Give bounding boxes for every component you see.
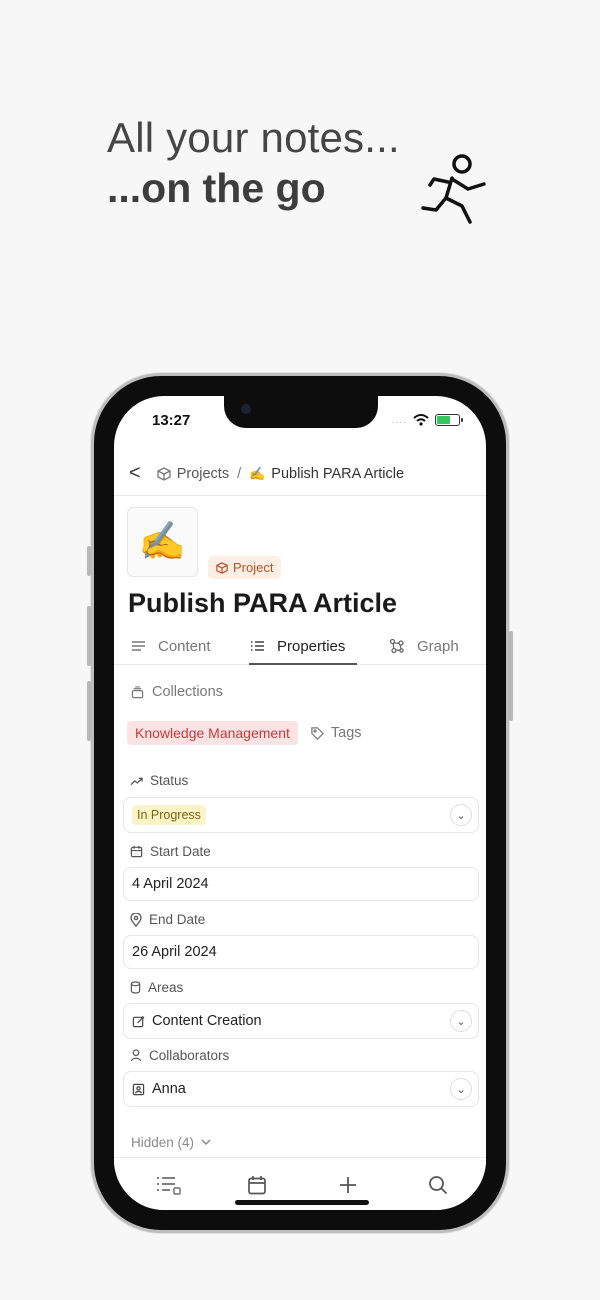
search-button[interactable] [425, 1172, 451, 1198]
list-view-button[interactable] [156, 1172, 182, 1198]
breadcrumb: < Projects / ✍️ Publish PARA Article [114, 452, 486, 496]
collaborators-label-text: Collaborators [149, 1048, 230, 1063]
app-screen: 13:27 .... < Projects / ✍️ Publish PARA … [114, 396, 486, 1210]
hidden-properties-label: Hidden (4) [131, 1135, 195, 1150]
calendar-icon [130, 845, 143, 858]
edit-icon [132, 1015, 145, 1027]
tab-properties-label: Properties [277, 637, 346, 655]
cube-icon [157, 466, 171, 481]
wifi-icon [413, 414, 429, 426]
end-date-label-text: End Date [149, 912, 206, 927]
collections-row[interactable]: Collections [131, 684, 223, 700]
areas-value: Content Creation [132, 1013, 262, 1029]
hidden-properties-toggle[interactable]: Hidden (4) [131, 1135, 211, 1150]
type-badge-label: Project [233, 560, 274, 575]
start-date-label-text: Start Date [150, 844, 211, 859]
status-label: Status [130, 773, 188, 788]
person-icon [130, 1049, 142, 1062]
mute-switch [87, 546, 91, 576]
areas-select[interactable]: Content Creation ⌄ [123, 1003, 479, 1039]
type-badge[interactable]: Project [208, 556, 282, 579]
tab-properties[interactable]: Properties [250, 627, 345, 665]
tab-content-label: Content [158, 637, 211, 655]
chevron-down-icon[interactable]: ⌄ [450, 1010, 472, 1032]
phone-frame: 13:27 .... < Projects / ✍️ Publish PARA … [87, 373, 513, 1233]
tab-graph-label: Graph [417, 637, 459, 655]
page-icon[interactable]: ✍️ [127, 507, 198, 577]
headline-line-2: ...on the go [107, 165, 326, 211]
chevron-down-icon[interactable]: ⌄ [450, 804, 472, 826]
location-pin-icon [130, 912, 142, 927]
notch [224, 396, 378, 428]
tag-row: Knowledge Management Tags [127, 721, 362, 745]
lines-icon [132, 641, 145, 651]
status-time: 13:27 [152, 412, 191, 429]
collaborators-select[interactable]: Anna ⌄ [123, 1071, 479, 1107]
breadcrumb-projects[interactable]: Projects [157, 466, 229, 482]
signal-dots-icon: .... [391, 414, 407, 426]
areas-value-text: Content Creation [152, 1013, 262, 1029]
writing-hand-icon: ✍️ [249, 465, 266, 481]
tags-button[interactable]: Tags [310, 725, 362, 741]
writing-hand-icon: ✍️ [138, 521, 187, 563]
graph-icon [389, 638, 404, 654]
active-tab-indicator [249, 663, 357, 665]
end-date-label: End Date [130, 912, 205, 927]
list-icon [251, 641, 264, 651]
chevron-down-icon [201, 1139, 211, 1146]
tab-content[interactable]: Content [131, 627, 211, 665]
chevron-down-icon[interactable]: ⌄ [450, 1078, 472, 1100]
home-indicator[interactable] [235, 1200, 369, 1205]
status-label-text: Status [150, 773, 189, 788]
areas-label: Areas [130, 980, 183, 995]
headline: All your notes... ...on the go [107, 114, 400, 214]
status-icons: .... [391, 414, 463, 426]
cylinder-icon [130, 981, 141, 994]
power-button [509, 631, 513, 721]
tab-graph[interactable]: Graph [389, 627, 459, 665]
status-select[interactable]: In Progress ⌄ [123, 797, 479, 833]
end-date-field[interactable]: 26 April 2024 [123, 935, 479, 969]
start-date-field[interactable]: 4 April 2024 [123, 867, 479, 901]
trend-icon [130, 777, 143, 785]
status-value: In Progress [132, 805, 206, 825]
headline-line-1: All your notes... [107, 114, 400, 161]
tab-bar: Content Properties Graph [114, 627, 486, 665]
collection-tag[interactable]: Knowledge Management [127, 721, 298, 745]
collaborators-value-text: Anna [152, 1081, 186, 1097]
add-button[interactable] [335, 1172, 361, 1198]
running-person-icon [421, 154, 486, 224]
cube-icon [216, 561, 228, 574]
breadcrumb-current-label: Publish PARA Article [271, 465, 405, 482]
tag-icon [311, 726, 324, 740]
breadcrumb-separator: / [237, 465, 242, 482]
calendar-button[interactable] [244, 1172, 270, 1198]
plus-icon [340, 1177, 356, 1193]
volume-down-button [87, 681, 91, 741]
search-icon [429, 1176, 448, 1195]
collaborators-label: Collaborators [130, 1048, 229, 1063]
start-date-value: 4 April 2024 [132, 876, 209, 892]
tags-label: Tags [330, 725, 362, 741]
volume-up-button [87, 606, 91, 666]
collections-label: Collections [152, 684, 223, 700]
camera [241, 404, 251, 414]
page-title: Publish PARA Article [128, 588, 398, 618]
collaborators-value: Anna [132, 1081, 186, 1097]
stack-icon [131, 685, 144, 698]
breadcrumb-projects-label: Projects [176, 465, 230, 482]
start-date-label: Start Date [130, 844, 211, 859]
breadcrumb-current[interactable]: ✍️ Publish PARA Article [249, 466, 404, 482]
areas-label-text: Areas [148, 980, 184, 995]
list-view-icon [157, 1177, 181, 1195]
calendar-icon [248, 1176, 266, 1195]
end-date-value: 26 April 2024 [132, 944, 217, 960]
contact-card-icon [132, 1083, 145, 1095]
back-button[interactable]: < [129, 462, 141, 485]
battery-icon [435, 414, 463, 426]
